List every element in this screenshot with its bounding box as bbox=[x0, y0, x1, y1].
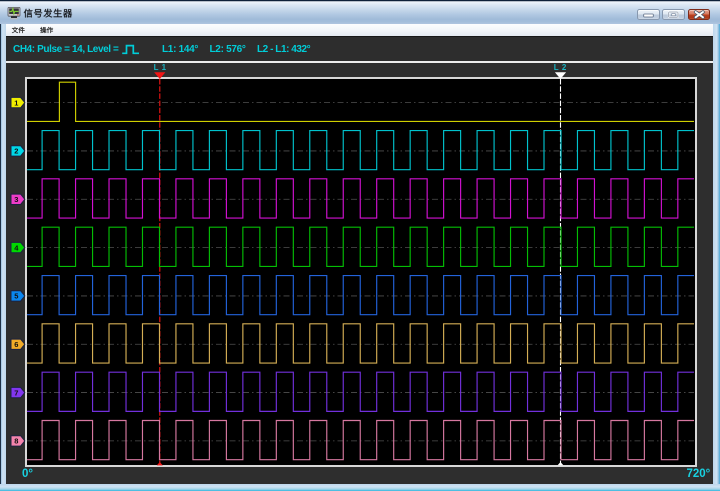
svg-text:1: 1 bbox=[14, 98, 18, 107]
svg-text:8: 8 bbox=[14, 437, 18, 446]
svg-text:7: 7 bbox=[14, 388, 18, 397]
svg-text:5: 5 bbox=[14, 292, 18, 301]
svg-text:3: 3 bbox=[14, 195, 18, 204]
svg-text:2: 2 bbox=[14, 147, 18, 156]
svg-text:6: 6 bbox=[14, 340, 18, 349]
